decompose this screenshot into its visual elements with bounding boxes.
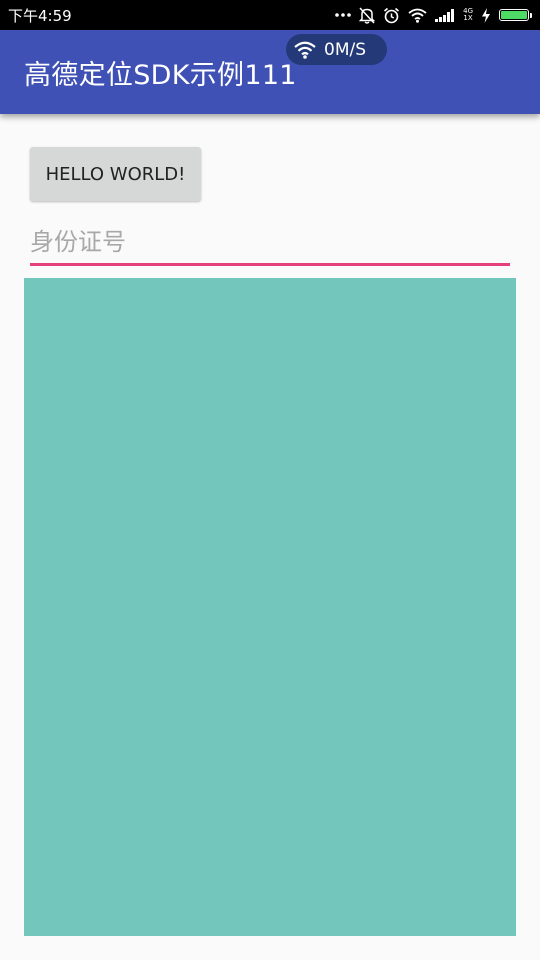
battery-icon xyxy=(499,9,532,21)
status-left: 下午4:59 xyxy=(8,5,72,26)
content-panel xyxy=(24,278,516,936)
status-right: 4G 1X xyxy=(335,6,532,24)
network-speed-value: 0M/S xyxy=(324,39,367,60)
wifi-icon xyxy=(294,41,316,59)
hello-world-button[interactable]: HELLO WORLD! xyxy=(30,147,201,201)
status-time: 下午4:59 xyxy=(8,6,72,25)
more-dots-icon xyxy=(335,12,351,18)
charging-icon xyxy=(481,7,491,23)
signal-icon xyxy=(435,8,455,22)
notification-muted-icon xyxy=(359,6,376,24)
battery-cap xyxy=(530,12,532,18)
id-number-input[interactable] xyxy=(30,220,510,266)
battery-body xyxy=(499,9,529,21)
status-bar: 下午4:59 4G 1X xyxy=(0,0,540,30)
network-type-bottom: 1X xyxy=(463,14,473,22)
network-type-icon: 4G 1X xyxy=(463,8,473,22)
wifi-icon xyxy=(408,8,427,23)
alarm-icon xyxy=(383,7,400,24)
battery-level xyxy=(501,11,527,19)
app-title: 高德定位SDK示例111 xyxy=(24,59,297,91)
app-bar: 高德定位SDK示例111 xyxy=(0,30,540,114)
network-speed-overlay[interactable]: 0M/S xyxy=(286,34,387,65)
